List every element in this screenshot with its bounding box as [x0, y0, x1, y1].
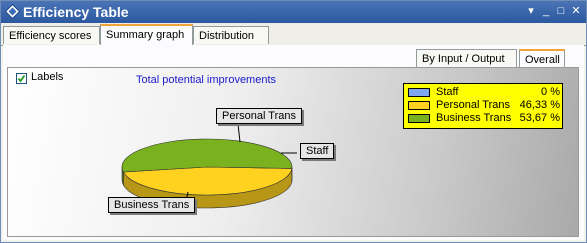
- pie-leader-line: [237, 123, 241, 143]
- legend-name: Business Trans: [436, 112, 512, 124]
- subtab-by-input-output[interactable]: By Input / Output: [416, 49, 517, 67]
- legend-percent: 0 %: [541, 86, 560, 98]
- legend-item-personal-trans: Personal Trans 46,33 %: [408, 99, 560, 112]
- maximize-icon[interactable]: □: [554, 4, 568, 18]
- legend-percent: 46,33 %: [519, 99, 560, 111]
- chart-area: Labels Total potential improvements Pers…: [7, 67, 579, 237]
- tab-distribution[interactable]: Distribution: [193, 26, 269, 44]
- pie-slice-business-trans: [121, 138, 293, 173]
- legend-item-business-trans: Business Trans 53,67 %: [408, 112, 560, 125]
- close-icon[interactable]: ✕: [569, 4, 583, 18]
- pie-label-personal-trans: Personal Trans: [216, 108, 302, 124]
- legend-swatch-personal-trans: [408, 101, 430, 110]
- window-menu-icon[interactable]: ▾: [524, 4, 538, 18]
- legend-name: Personal Trans: [436, 99, 510, 111]
- legend-swatch-staff: [408, 88, 430, 97]
- legend-swatch-business-trans: [408, 114, 430, 123]
- efficiency-table-window: Efficiency Table ▾ _ □ ✕ Efficiency scor…: [0, 0, 587, 243]
- chart-legend: Staff 0 % Personal Trans 46,33 % Busines…: [403, 83, 563, 129]
- subtab-overall[interactable]: Overall: [519, 49, 565, 67]
- pie-label-staff: Staff: [300, 143, 335, 159]
- minimize-icon[interactable]: _: [539, 4, 553, 18]
- tab-summary-graph[interactable]: Summary graph: [100, 24, 193, 45]
- legend-name: Staff: [436, 86, 459, 98]
- tab-efficiency-scores[interactable]: Efficiency scores: [3, 26, 100, 44]
- legend-item-staff: Staff 0 %: [408, 86, 560, 99]
- pie-label-business-trans: Business Trans: [108, 197, 196, 213]
- window-title: Efficiency Table: [23, 4, 129, 20]
- legend-percent: 53,67 %: [519, 112, 560, 124]
- main-tab-strip: Efficiency scores Summary graph Distribu…: [1, 23, 586, 46]
- summary-graph-page: By Input / Output Overall Labels Total p…: [3, 45, 584, 240]
- title-bar: Efficiency Table ▾ _ □ ✕: [1, 1, 586, 23]
- app-diamond-icon: [5, 4, 20, 19]
